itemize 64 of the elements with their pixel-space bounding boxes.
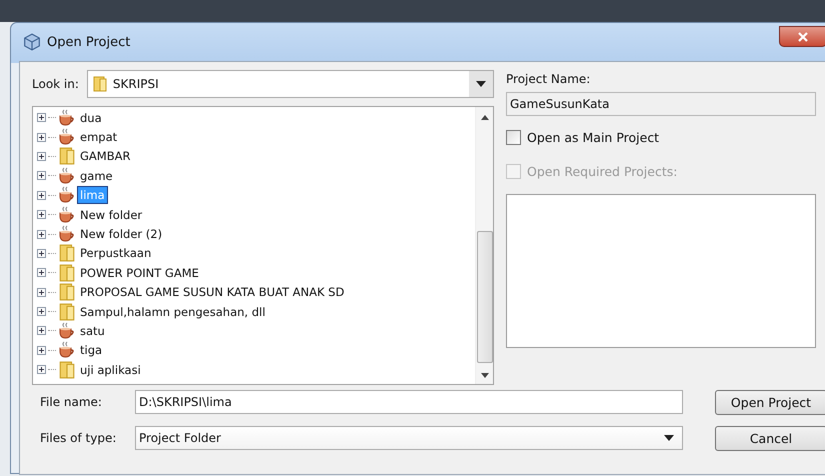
coffee-cup-icon [58,225,76,244]
coffee-cup-icon [58,322,76,340]
file-name-field[interactable]: D:\SKRIPSI\lima [135,390,683,414]
expand-icon[interactable] [37,190,46,200]
files-of-type-label: Files of type: [40,431,118,445]
look-in-dropdown[interactable]: SKRIPSI [86,70,494,98]
folder-icon [58,302,76,321]
expand-icon[interactable] [37,307,46,316]
close-icon [797,32,809,42]
folder-icon [58,264,76,282]
project-name-field: GameSusunKata [506,92,816,116]
cube-icon [23,33,41,51]
tree-item[interactable]: satu [78,322,107,339]
folder-icon [58,147,76,166]
expand-icon[interactable] [37,132,46,142]
checkbox-label: Open Required Projects: [527,164,678,178]
folder-icon [58,283,76,302]
window-title: Open Project [47,34,130,50]
coffee-cup-icon [58,128,76,146]
files-of-type-dropdown[interactable]: Project Folder [135,426,683,450]
file-name-label: File name: [40,395,103,409]
coffee-cup-icon [58,108,76,127]
expand-icon[interactable] [37,113,46,122]
tree-item[interactable]: GAMBAR [78,148,132,164]
scroll-down-icon[interactable] [480,373,488,378]
expand-icon[interactable] [37,210,46,220]
expand-icon[interactable] [37,365,46,374]
expand-icon[interactable] [37,288,46,297]
scroll-up-icon[interactable] [480,115,488,120]
expand-icon[interactable] [37,152,46,161]
dropdown-arrow-icon [664,435,674,441]
tree-item[interactable]: empat [78,129,120,146]
tree-item[interactable]: game [78,168,115,184]
coffee-cup-icon [58,341,76,360]
expand-icon[interactable] [37,230,46,239]
open-project-button[interactable]: Open Project [715,390,825,414]
coffee-cup-icon [58,186,76,204]
folder-icon [92,76,107,92]
coffee-cup-icon [58,206,76,224]
tree-item[interactable]: POWER POINT GAME [78,264,201,281]
tree-item[interactable]: New folder [78,206,144,223]
tree-item[interactable]: New folder (2) [78,226,164,242]
look-in-label: Look in: [32,77,79,91]
cancel-button[interactable]: Cancel [715,426,825,450]
expand-icon[interactable] [37,248,46,258]
expand-icon[interactable] [37,346,46,355]
tree-item[interactable]: tiga [78,342,104,358]
coffee-cup-icon [58,166,76,185]
scrollbar[interactable] [475,107,493,384]
dropdown-arrow-icon [476,81,486,87]
tree-item[interactable]: Sampul,halamn pengesahan, dll [78,304,268,320]
tree-item[interactable]: dua [78,110,104,126]
checkbox-label: Open as Main Project [527,130,660,144]
tree-item[interactable]: uji aplikasi [78,362,143,378]
folder-icon [58,360,76,379]
expand-icon[interactable] [37,171,46,180]
tree-item[interactable]: Perpustkaan [78,245,154,262]
expand-icon[interactable] [37,268,46,278]
close-button[interactable] [779,26,825,47]
project-name-label: Project Name: [506,72,592,86]
expand-icon[interactable] [37,326,46,336]
checkbox[interactable] [506,130,521,144]
folder-icon [58,244,76,262]
tree-item[interactable]: PROPOSAL GAME SUSUN KATA BUAT ANAK SD [78,284,346,300]
